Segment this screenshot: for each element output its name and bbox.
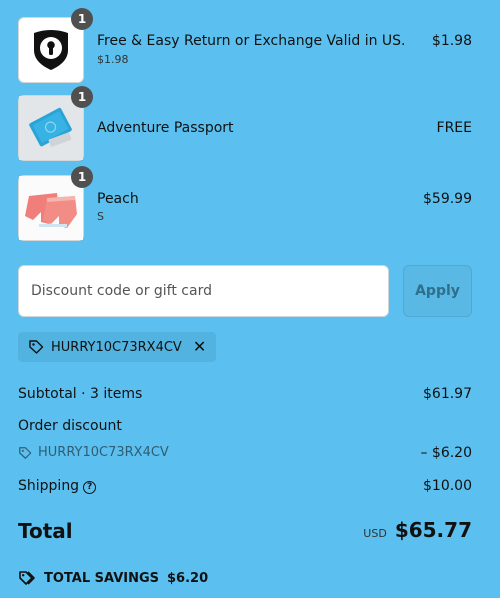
item-subtitle: S bbox=[97, 210, 104, 223]
apply-button[interactable]: Apply bbox=[403, 265, 472, 317]
tag-icon bbox=[19, 446, 32, 459]
quantity-badge: 1 bbox=[71, 86, 93, 108]
line-item: 1 Peach S $59.99 bbox=[18, 166, 472, 241]
total-amount: $65.77 bbox=[394, 518, 472, 542]
quantity-badge: 1 bbox=[71, 8, 93, 30]
quantity-badge: 1 bbox=[71, 166, 93, 188]
item-price: FREE bbox=[436, 120, 472, 136]
remove-code-icon[interactable]: ✕ bbox=[193, 339, 206, 355]
subtotal-value: $61.97 bbox=[423, 386, 472, 402]
help-icon[interactable]: ? bbox=[83, 480, 97, 494]
product-thumbnail: 1 bbox=[18, 86, 93, 161]
total-label: Total bbox=[18, 519, 73, 543]
order-discount-label: Order discount bbox=[18, 418, 122, 434]
savings-label: TOTAL SAVINGS bbox=[44, 570, 160, 586]
line-item: 1 Free & Easy Return or Exchange Valid i… bbox=[18, 8, 472, 83]
shipping-value: $10.00 bbox=[423, 478, 472, 494]
discount-code-label: HURRY10C73RX4CV bbox=[38, 445, 169, 460]
total-savings: TOTAL SAVINGS $6.20 bbox=[18, 570, 208, 586]
passport-image bbox=[19, 96, 83, 160]
discount-code-input[interactable] bbox=[18, 265, 389, 317]
product-thumbnail: 1 bbox=[18, 166, 93, 241]
savings-value: $6.20 bbox=[167, 570, 209, 586]
discount-value: – $6.20 bbox=[420, 445, 472, 461]
item-price: $1.98 bbox=[431, 33, 472, 49]
currency-code: USD bbox=[363, 527, 387, 540]
savings-tag-icon bbox=[19, 571, 35, 585]
item-price: $59.99 bbox=[423, 191, 472, 207]
shield-keyhole-icon bbox=[34, 30, 68, 70]
item-title: Peach bbox=[97, 191, 139, 207]
subtotal-row: Subtotal · 3 items $61.97 bbox=[18, 386, 472, 402]
applied-discount-chip: HURRY10C73RX4CV ✕ bbox=[18, 332, 217, 362]
applied-code-label: HURRY10C73RX4CV bbox=[51, 339, 182, 355]
item-subtitle: $1.98 bbox=[97, 53, 129, 66]
line-item: 1 Adventure Passport FREE bbox=[18, 86, 472, 161]
item-title: Adventure Passport bbox=[97, 120, 234, 136]
order-discount-row: Order discount bbox=[18, 418, 472, 434]
discount-code-row: HURRY10C73RX4CV – $6.20 bbox=[18, 445, 472, 461]
tag-icon bbox=[29, 340, 44, 354]
shipping-label: Shipping bbox=[18, 478, 80, 494]
product-thumbnail: 1 bbox=[18, 8, 93, 83]
shorts-image bbox=[19, 176, 83, 240]
total-amount-group: USD $65.77 bbox=[363, 518, 472, 542]
item-title: Free & Easy Return or Exchange Valid in … bbox=[97, 33, 406, 49]
shipping-row: Shipping? $10.00 bbox=[18, 478, 472, 494]
subtotal-label: Subtotal · 3 items bbox=[18, 386, 143, 402]
